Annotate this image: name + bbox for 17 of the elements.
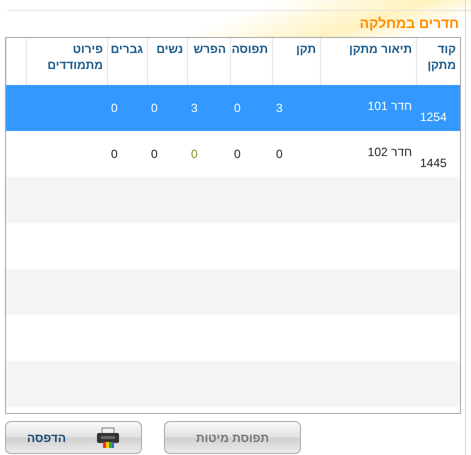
table-cell-text: 0 bbox=[151, 146, 158, 163]
table-cell-text: 0 bbox=[151, 100, 158, 117]
table-cell-text: חדר 101 bbox=[368, 98, 412, 115]
table-cell-text: חדר 102 bbox=[368, 144, 412, 161]
table-cell-text: 0 bbox=[276, 146, 283, 163]
table-cell-text: 0 bbox=[191, 146, 198, 163]
section-title: חדרים במחלקה bbox=[360, 15, 459, 31]
table-cell-text: 3 bbox=[276, 100, 283, 117]
table-cell-text: 0 bbox=[111, 100, 118, 117]
table-cell-text: 0 bbox=[111, 146, 118, 163]
table-cell-text: 1445 bbox=[420, 155, 447, 172]
table-cell-text: 3 bbox=[191, 100, 198, 117]
printer-icon bbox=[96, 426, 120, 448]
print-button[interactable]: הדפסה bbox=[5, 421, 142, 454]
table-cell-text: 1254 bbox=[420, 109, 447, 126]
table-cell-text: 0 bbox=[234, 146, 241, 163]
table-cell-text: 0 bbox=[234, 100, 241, 117]
